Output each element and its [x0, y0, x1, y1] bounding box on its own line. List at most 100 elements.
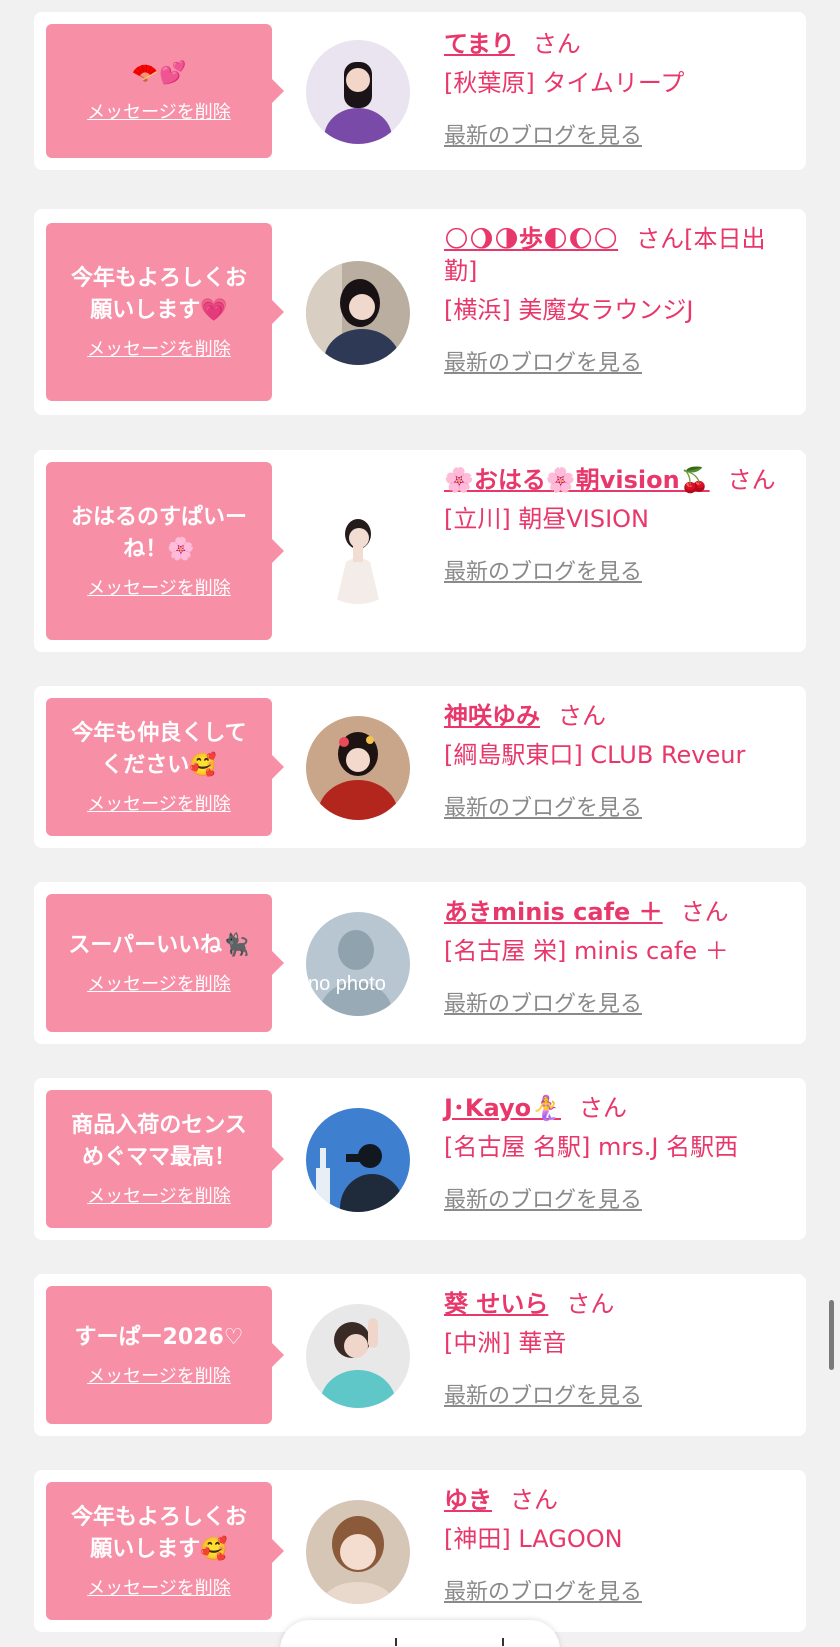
message-bubble: スーパーいいね🐈‍⬛ メッセージを削除 — [46, 894, 284, 1032]
message-text: 今年も仲良くして ください🥰 — [71, 721, 247, 778]
nav-mark-icon — [395, 1638, 397, 1646]
message-text: 今年もよろしくお 願いします💗 — [70, 266, 247, 323]
bottom-nav-pill[interactable] — [280, 1620, 560, 1647]
girl-info: あきminis cafe ＋ さん [名古屋 栄] minis cafe ＋ 最新… — [444, 896, 794, 1018]
shop-name: [立川] 朝昼VISION — [444, 505, 650, 533]
shop-name: [名古屋 栄] minis cafe ＋ — [444, 937, 729, 965]
message-bubble: おはるのすぱいー ね！🌸 メッセージを削除 — [46, 462, 284, 640]
girl-name-link[interactable]: あきminis cafe ＋ — [444, 898, 663, 926]
avatar[interactable] — [306, 716, 410, 820]
list-item: 🪭💕 メッセージを削除 てまり さん [秋葉原] タイムリープ 最新のブログを見る — [34, 12, 806, 170]
latest-blog-link[interactable]: 最新のブログを見る — [444, 986, 642, 1018]
delete-message-link[interactable]: メッセージを削除 — [87, 1362, 231, 1388]
avatar-image — [306, 1108, 410, 1212]
girl-name-link[interactable]: 葵 せいら — [444, 1290, 548, 1318]
avatar[interactable] — [306, 1304, 410, 1408]
name-line: あきminis cafe ＋ さん — [444, 896, 794, 928]
avatar[interactable] — [306, 261, 410, 365]
girl-info: 🌸おはる🌸朝vision🍒 さん [立川] 朝昼VISION 最新のブログを見る — [444, 464, 794, 586]
list-item: 今年もよろしくお 願いします💗 メッセージを削除 🌕🌖🌗歩🌓🌔🌕 さん[本日出勤]… — [34, 209, 806, 415]
message-text: おはるのすぱいー ね！🌸 — [70, 505, 247, 562]
avatar[interactable] — [306, 40, 410, 144]
message-bubble: 🪭💕 メッセージを削除 — [46, 24, 284, 158]
girl-name-link[interactable]: 🌸おはる🌸朝vision🍒 — [444, 466, 710, 494]
shop-name: [横浜] 美魔女ラウンジJ — [444, 296, 694, 324]
avatar-image — [306, 1304, 410, 1408]
shop-name: [綱島駅東口] CLUB Reveur — [444, 741, 746, 769]
message-bubble: 商品入荷のセンス めぐママ最高！ メッセージを削除 — [46, 1090, 284, 1228]
message-text: 商品入荷のセンス めぐママ最高！ — [71, 1113, 247, 1170]
girl-name-link[interactable]: ゆき — [444, 1486, 492, 1514]
avatar-image: no photo — [306, 912, 410, 1016]
message-bubble: 今年も仲良くして ください🥰 メッセージを削除 — [46, 698, 284, 836]
delete-message-link[interactable]: メッセージを削除 — [87, 335, 231, 361]
message-text: すーぱー2026♡ — [74, 1325, 244, 1350]
avatar-image — [306, 261, 410, 365]
latest-blog-link[interactable]: 最新のブログを見る — [444, 345, 642, 377]
scrollbar-thumb[interactable] — [829, 1300, 834, 1370]
delete-message-link[interactable]: メッセージを削除 — [87, 1182, 231, 1208]
shop-name: [中洲] 華音 — [444, 1329, 567, 1357]
nav-mark-icon — [502, 1638, 504, 1646]
honorific: さん — [636, 225, 685, 253]
latest-blog-link[interactable]: 最新のブログを見る — [444, 790, 642, 822]
avatar[interactable] — [306, 500, 410, 604]
list-item: 今年も仲良くして ください🥰 メッセージを削除 神咲ゆみ さん [綱島駅東口] C… — [34, 686, 806, 848]
avatar-image — [306, 40, 410, 144]
girl-name-link[interactable]: 🌕🌖🌗歩🌓🌔🌕 — [444, 225, 618, 253]
girl-name-link[interactable]: てまり — [444, 30, 515, 58]
avatar-image — [306, 716, 410, 820]
list-item: 今年もよろしくお 願いします🥰 メッセージを削除 ゆき さん [神田] LAGOO… — [34, 1470, 806, 1632]
delete-message-link[interactable]: メッセージを削除 — [87, 98, 231, 124]
delete-message-link[interactable]: メッセージを削除 — [87, 1574, 231, 1600]
name-line: てまり さん — [444, 28, 794, 60]
delete-message-link[interactable]: メッセージを削除 — [87, 574, 231, 600]
avatar-image — [306, 500, 410, 604]
name-line: 🌸おはる🌸朝vision🍒 さん — [444, 464, 794, 496]
message-bubble: 今年もよろしくお 願いします💗 メッセージを削除 — [46, 223, 284, 401]
honorific: さん — [727, 466, 776, 494]
girl-info: てまり さん [秋葉原] タイムリープ 最新のブログを見る — [444, 28, 794, 150]
honorific: さん — [680, 898, 729, 926]
list-item: おはるのすぱいー ね！🌸 メッセージを削除 🌸おはる🌸朝vision🍒 さん [立… — [34, 450, 806, 652]
list-item: すーぱー2026♡ メッセージを削除 葵 せいら さん [中洲] 華音 最新のブロ… — [34, 1274, 806, 1436]
girl-info: 🌕🌖🌗歩🌓🌔🌕 さん[本日出勤] [横浜] 美魔女ラウンジJ 最新のブログを見る — [444, 223, 794, 377]
latest-blog-link[interactable]: 最新のブログを見る — [444, 1182, 642, 1214]
message-bubble: すーぱー2026♡ メッセージを削除 — [46, 1286, 284, 1424]
list-item: 商品入荷のセンス めぐママ最高！ メッセージを削除 J･Kayo🧜‍♀️ さん [… — [34, 1078, 806, 1240]
name-line: ゆき さん — [444, 1484, 794, 1516]
avatar-image — [306, 1500, 410, 1604]
delete-message-link[interactable]: メッセージを削除 — [87, 970, 231, 996]
honorific: さん — [510, 1486, 558, 1514]
girl-name-link[interactable]: 神咲ゆみ — [444, 702, 540, 730]
girl-info: ゆき さん [神田] LAGOON 最新のブログを見る — [444, 1484, 794, 1606]
honorific: さん — [579, 1094, 627, 1122]
honorific: さん — [566, 1290, 615, 1318]
latest-blog-link[interactable]: 最新のブログを見る — [444, 118, 642, 150]
name-line: 神咲ゆみ さん — [444, 700, 794, 732]
favorites-list: 🪭💕 メッセージを削除 てまり さん [秋葉原] タイムリープ 最新のブログを見る… — [0, 0, 840, 1647]
shop-name: [名古屋 名駅] mrs.J 名駅西 — [444, 1133, 739, 1161]
honorific: さん — [532, 30, 581, 58]
girl-info: J･Kayo🧜‍♀️ さん [名古屋 名駅] mrs.J 名駅西 最新のブログを見… — [444, 1092, 794, 1214]
list-item: スーパーいいね🐈‍⬛ メッセージを削除 no photo あきminis caf… — [34, 882, 806, 1044]
message-bubble: 今年もよろしくお 願いします🥰 メッセージを削除 — [46, 1482, 284, 1620]
name-line: 葵 せいら さん — [444, 1288, 794, 1320]
shop-name: [神田] LAGOON — [444, 1525, 623, 1553]
girl-info: 葵 せいら さん [中洲] 華音 最新のブログを見る — [444, 1288, 794, 1410]
latest-blog-link[interactable]: 最新のブログを見る — [444, 554, 642, 586]
latest-blog-link[interactable]: 最新のブログを見る — [444, 1378, 642, 1410]
avatar[interactable] — [306, 1108, 410, 1212]
message-text: 🪭💕 — [131, 61, 187, 86]
latest-blog-link[interactable]: 最新のブログを見る — [444, 1574, 642, 1606]
honorific: さん — [558, 702, 606, 730]
name-line: 🌕🌖🌗歩🌓🌔🌕 さん[本日出勤] — [444, 223, 794, 287]
shop-name: [秋葉原] タイムリープ — [444, 69, 685, 97]
girl-name-link[interactable]: J･Kayo🧜‍♀️ — [444, 1094, 561, 1122]
girl-info: 神咲ゆみ さん [綱島駅東口] CLUB Reveur 最新のブログを見る — [444, 700, 794, 822]
name-line: J･Kayo🧜‍♀️ さん — [444, 1092, 794, 1124]
avatar[interactable]: no photo — [306, 912, 410, 1016]
delete-message-link[interactable]: メッセージを削除 — [87, 790, 231, 816]
message-text: スーパーいいね🐈‍⬛ — [68, 933, 250, 958]
avatar[interactable] — [306, 1500, 410, 1604]
